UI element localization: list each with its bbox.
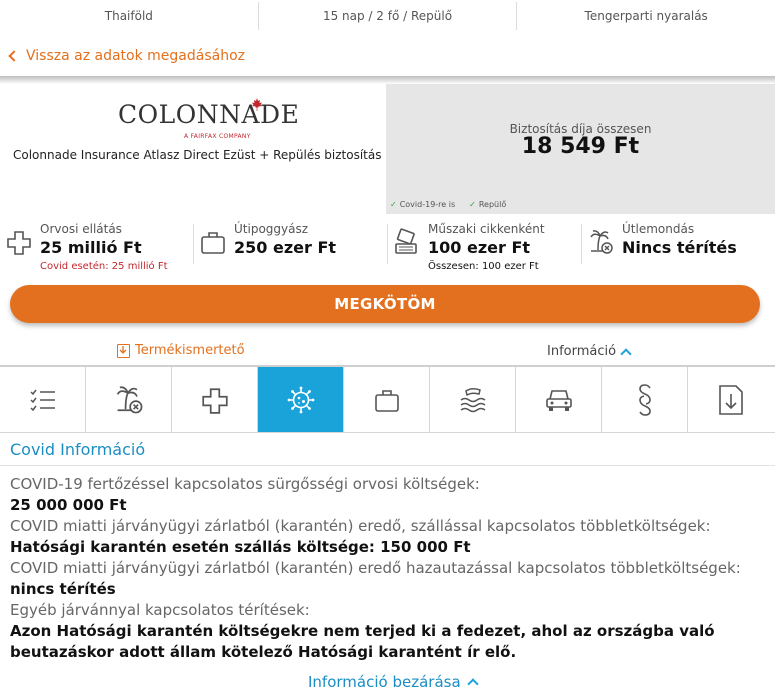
offer-badges: ✓ Covid-19-re is ✓ Repülő <box>390 200 506 209</box>
back-link[interactable]: Vissza az adatok megadásához <box>8 48 246 64</box>
feature-label: Útipoggyász <box>234 222 309 236</box>
feature-cancellation: Útlemondás Nincs térítés <box>582 218 775 276</box>
paragraph-icon <box>638 383 651 416</box>
coverage-tabs <box>0 367 775 432</box>
information-label: Információ <box>547 344 617 359</box>
medical-cross-icon <box>201 387 228 414</box>
feature-label: Útlemondás <box>622 222 695 236</box>
tab-luggage[interactable] <box>344 367 430 432</box>
tab-summary[interactable] <box>0 367 86 432</box>
info-question: COVID miatti járványügyi zárlatból (kara… <box>10 517 711 535</box>
download-document-icon <box>719 384 743 415</box>
medical-cross-icon <box>7 231 31 255</box>
suitcase-icon <box>201 232 225 254</box>
suitcase-icon <box>374 389 399 412</box>
feature-note: Összesen: 100 ezer Ft <box>428 261 539 272</box>
badge-covid: ✓ Covid-19-re is <box>390 200 456 209</box>
info-answer: Hatósági karantén esetén szállás költség… <box>10 538 471 556</box>
feature-value: 250 ezer Ft <box>234 238 337 257</box>
feature-value: 25 millió Ft <box>40 238 142 257</box>
check-icon: ✓ <box>390 200 397 209</box>
chevron-left-icon <box>8 50 20 62</box>
info-item: COVID-19 fertőzéssel kapcsolatos sürgőss… <box>10 474 770 516</box>
logo-subtitle: A FAIRFAX COMPANY <box>184 133 251 140</box>
offer-price-panel: Biztosítás díja összesen 18 549 Ft ✓ Covi… <box>386 84 775 214</box>
information-toggle[interactable]: Információ <box>547 344 632 360</box>
tabs-bottom-border <box>0 432 775 433</box>
info-question: Egyéb járvánnyal kapcsolatos térítések: <box>10 601 310 619</box>
feature-value: Nincs térítés <box>622 238 737 257</box>
info-answer: nincs térítés <box>10 580 116 598</box>
close-information-link[interactable]: Információ bezárása <box>308 673 479 691</box>
download-icon <box>117 343 130 358</box>
checklist-icon <box>29 389 55 411</box>
maple-leaf-icon <box>252 98 262 111</box>
info-question: COVID-19 fertőzéssel kapcsolatos sürgőss… <box>10 475 480 493</box>
section-divider <box>0 465 775 466</box>
info-item: COVID miatti járványügyi zárlatból (kara… <box>10 558 770 600</box>
trip-summary-bar: Thaiföld 15 nap / 2 fő / Repülő Tengerpa… <box>0 0 775 32</box>
coverage-features: Orvosi ellátás 25 millió Ft Covid esetén… <box>0 218 775 276</box>
check-icon: ✓ <box>469 200 476 209</box>
product-info-link[interactable]: Termékismertető <box>117 343 245 358</box>
cancelled-trip-icon <box>590 230 613 254</box>
tab-water-sports[interactable] <box>430 367 516 432</box>
cancelled-trip-icon <box>116 385 142 413</box>
back-link-label: Vissza az adatok megadásához <box>26 48 246 64</box>
trip-type-summary[interactable]: Tengerparti nyaralás <box>517 2 775 30</box>
feature-label: Orvosi ellátás <box>40 222 122 236</box>
info-answer: Azon Hatósági karantén költségekre nem t… <box>10 622 715 661</box>
section-title: Covid Információ <box>10 440 146 459</box>
feature-note: Covid esetén: 25 millió Ft <box>40 261 168 272</box>
product-name: Colonnade Insurance Atlasz Direct Ezüst … <box>13 148 382 162</box>
virus-icon <box>287 386 314 413</box>
info-answer: 25 000 000 Ft <box>10 496 127 514</box>
logo-text: COLONNADE <box>118 100 300 129</box>
badge-flight: ✓ Repülő <box>469 200 507 209</box>
chevron-up-icon <box>466 678 479 690</box>
car-icon <box>545 389 572 411</box>
tab-documents[interactable] <box>688 367 774 432</box>
card-shadow <box>0 76 775 84</box>
tab-legal[interactable] <box>602 367 688 432</box>
info-item: Egyéb járvánnyal kapcsolatos térítések: … <box>10 600 770 663</box>
product-info-label: Termékismertető <box>135 343 245 358</box>
feature-electronics: Műszaki cikkenként 100 ezer Ft Összesen:… <box>388 218 581 276</box>
colonnade-logo: COLONNADE A FAIRFAX COMPANY <box>118 98 299 140</box>
electronics-icon <box>395 228 417 254</box>
tab-car[interactable] <box>516 367 602 432</box>
offer-card: COLONNADE A FAIRFAX COMPANY Colonnade In… <box>0 84 775 214</box>
feature-label: Műszaki cikkenként <box>428 222 545 236</box>
offer-provider-panel: COLONNADE A FAIRFAX COMPANY Colonnade In… <box>0 84 384 214</box>
buy-button[interactable]: MEGKÖTÖM <box>10 285 760 323</box>
chevron-up-icon <box>620 347 632 360</box>
tab-covid[interactable] <box>258 367 344 432</box>
feature-luggage: Útipoggyász 250 ezer Ft <box>194 218 387 276</box>
tab-cancellation[interactable] <box>86 367 172 432</box>
covid-info-list: COVID-19 fertőzéssel kapcsolatos sürgőss… <box>10 474 770 663</box>
info-item: COVID miatti járványügyi zárlatból (kara… <box>10 516 770 558</box>
water-sports-icon <box>460 387 485 412</box>
close-information-label: Információ bezárása <box>308 673 461 691</box>
trip-details-summary[interactable]: 15 nap / 2 fő / Repülő <box>259 2 518 30</box>
info-question: COVID miatti járványügyi zárlatból (kara… <box>10 559 741 577</box>
price-value: 18 549 Ft <box>521 134 640 159</box>
tab-medical[interactable] <box>172 367 258 432</box>
destination-summary[interactable]: Thaiföld <box>0 2 259 30</box>
feature-value: 100 ezer Ft <box>428 238 531 257</box>
feature-medical: Orvosi ellátás 25 millió Ft Covid esetén… <box>0 218 193 276</box>
